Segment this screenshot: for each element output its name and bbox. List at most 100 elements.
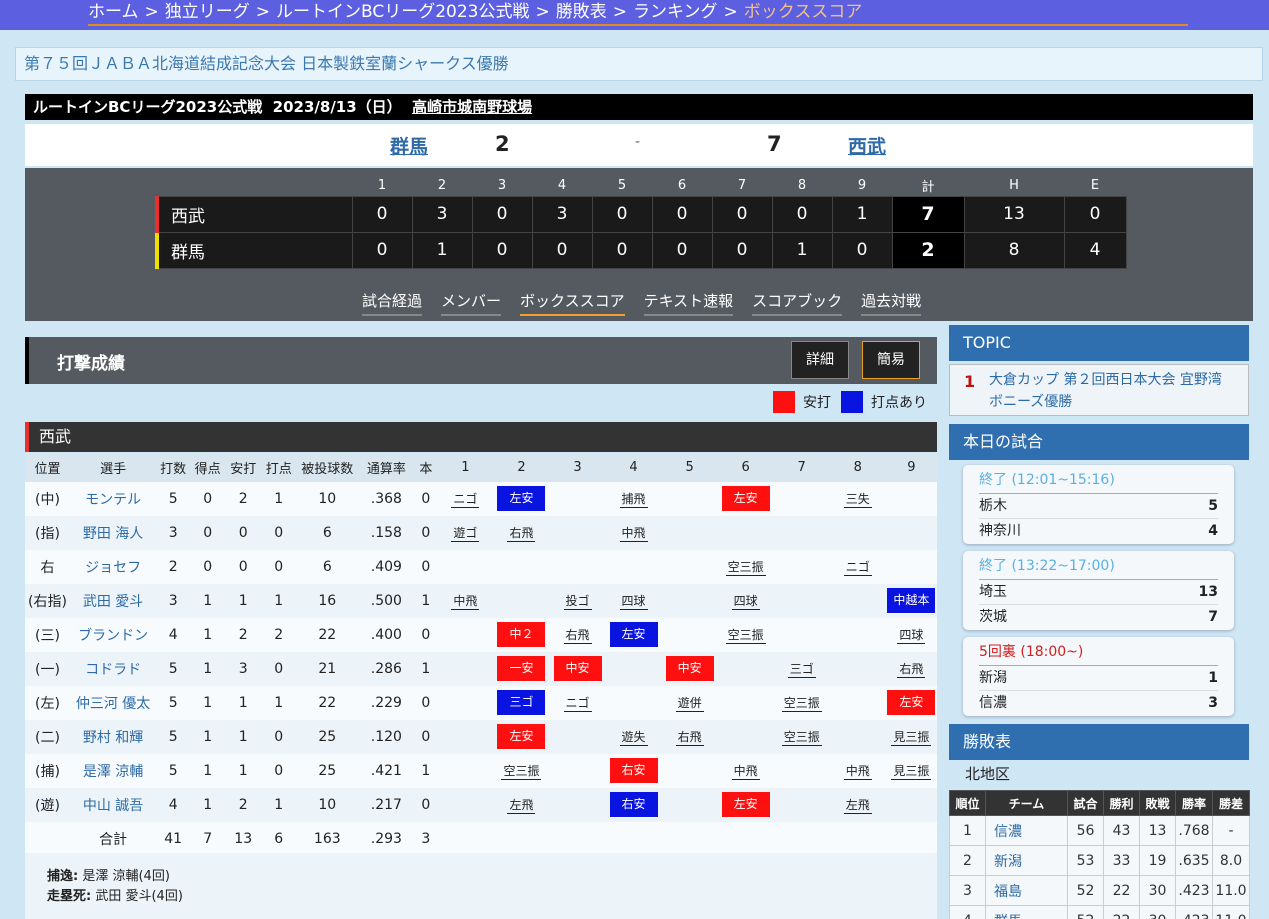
standings-cell: 53 [1067,845,1104,876]
inning-cell [549,822,606,856]
stat-r: 7 [190,822,226,856]
inning-cell [661,618,718,652]
stat-avg: .368 [358,482,415,516]
stat-r: 1 [190,754,226,788]
breadcrumb-league[interactable]: ルートインBCリーグ2023公式戦 [276,0,530,24]
standings-team-link[interactable]: 群馬 [985,905,1068,919]
stat-np: 10 [296,482,359,516]
at-bat-result: 中飛 [843,763,872,780]
stat-ab: 5 [156,482,191,516]
breadcrumb-ranking[interactable]: ランキング [633,0,718,24]
ls-team: 西武 [155,195,353,233]
player-link[interactable]: 中山 誠吾 [70,788,157,822]
player-link[interactable]: モンテル [70,482,157,516]
inning-cell [773,618,830,652]
venue-link[interactable]: 高崎市城南野球場 [412,98,532,116]
simple-button[interactable]: 簡易 [862,341,920,379]
game-card[interactable]: 終了 (13:22~17:00) 埼玉 13 茨城 7 [963,551,1234,630]
inning-cell [829,686,886,720]
detail-button[interactable]: 詳細 [791,341,849,379]
game-card[interactable]: 終了 (12:01~15:16) 栃木 5 神奈川 4 [963,465,1234,544]
player-row: (一) コドラド 5 1 3 0 21.286 1 一安 中安 中安 三ゴ 右飛 [25,652,937,686]
inning-cell [829,516,886,550]
standings-team-link[interactable]: 新潟 [985,845,1068,876]
tab-text-live[interactable]: テキスト速報 [643,290,734,316]
stat-avg: .217 [358,788,415,822]
inning-cell [885,822,937,856]
inning-cell: ニゴ [829,550,886,584]
inning-cell [493,822,550,856]
player-link[interactable]: コドラド [70,652,157,686]
player-link[interactable]: 野田 海人 [70,516,157,550]
player-link[interactable]: 武田 愛斗 [70,584,157,618]
inning-cell: 中２ [493,618,550,652]
game-status: 終了 (13:22~17:00) [979,555,1218,580]
hit-result: 左安 [721,486,770,512]
standings-team-link[interactable]: 福島 [985,875,1068,906]
score-separator: - [635,134,641,150]
inning-cell: 左飛 [829,788,886,822]
inning-cell [773,482,830,516]
player-link[interactable]: 是澤 涼輔 [70,754,157,788]
stat-avg: .293 [358,822,415,856]
inning-cell [661,516,718,550]
player-link[interactable]: 野村 和輝 [70,720,157,754]
game-card[interactable]: 5回裏 (18:00~) 新潟 1 信濃 3 [963,637,1234,716]
stat-rbi: 0 [261,516,297,550]
news-notice[interactable]: 第７５回ＪＡＢＡ北海道結成記念大会 日本製鉄室蘭シャークス優勝 [15,47,1263,81]
game-tabs: 試合経過 メンバー ボックススコア テキスト速報 スコアブック 過去対戦 [362,290,940,316]
batting-title: 打撃成績 [57,354,125,374]
stat-np: 21 [296,652,359,686]
inning-cell [605,822,662,856]
stat-h: 1 [225,686,262,720]
game-team-row: 栃木 5 [979,494,1218,519]
standings-cell: 30 [1139,905,1176,919]
game-team-score: 1 [1208,670,1218,686]
batting-section-header: 打撃成績 詳細 簡易 [25,337,937,384]
player-link[interactable]: ブランドン [70,618,157,652]
topic-link[interactable]: 大倉カップ 第２回西日本大会 宜野湾ボニーズ優勝 [989,369,1229,413]
inning-cell [773,754,830,788]
ls-cell: 0 [831,231,893,269]
top-nav: ホーム > 独立リーグ > ルートインBCリーグ2023公式戦 > 勝敗表 > ランキング > ボッ… [0,0,1269,30]
at-bat-result: 遊ゴ [451,525,480,542]
tab-box-score[interactable]: ボックススコア [520,290,625,316]
breadcrumb-home[interactable]: ホーム [88,0,139,24]
inning-cell [549,754,606,788]
ls-header: 7 [737,178,747,194]
topic-item[interactable]: 1 大倉カップ 第２回西日本大会 宜野湾ボニーズ優勝 [949,364,1249,416]
batting-col-header: 5 [661,453,718,482]
player-link[interactable]: 仲三河 優太 [70,686,157,720]
ls-header: 4 [557,178,567,194]
inning-cell [885,788,937,822]
breadcrumb-independent[interactable]: 独立リーグ [165,0,250,24]
tab-game-progress[interactable]: 試合経過 [362,290,423,316]
position-cell [25,822,71,856]
inning-cell [437,550,494,584]
inning-cell: 一安 [493,652,550,686]
standings-cell: 33 [1103,845,1140,876]
stat-ab: 41 [156,822,191,856]
stat-avg: .158 [358,516,415,550]
at-bat-result: ニゴ [843,559,872,576]
home-team-link[interactable]: 群馬 [390,132,428,159]
inning-cell [605,686,662,720]
standings-col-header: チーム [985,790,1068,816]
game-team-row: 信濃 3 [979,691,1218,716]
standings-team-link[interactable]: 信濃 [985,815,1068,846]
hit-result: 左安 [887,690,936,716]
inning-cell: 四球 [605,584,662,618]
game-header: ルートインBCリーグ2023公式戦 2023/8/13（日） 高崎市城南野球場 [25,94,1253,120]
tab-scorebook[interactable]: スコアブック [752,290,843,316]
tab-members[interactable]: メンバー [441,290,502,316]
batting-table: 位置 選手 打数 得点 安打 打点 被投球数 通算率本 1 2 3 4 5 6 7 8 9 (中) モンテル 5 0 2… [25,453,937,856]
inning-cell: 四球 [885,618,937,652]
breadcrumb-standings[interactable]: 勝敗表 [556,0,607,24]
tab-past-matchups[interactable]: 過去対戦 [861,290,922,316]
at-bat-result: ニゴ [451,491,480,508]
player-link[interactable]: ジョセフ [70,550,157,584]
inning-cell [773,584,830,618]
away-team-link[interactable]: 西武 [848,132,886,159]
totals-row: 合計 41 7 13 6 163.293 3 [25,822,937,856]
stat-hr: 1 [414,584,438,618]
